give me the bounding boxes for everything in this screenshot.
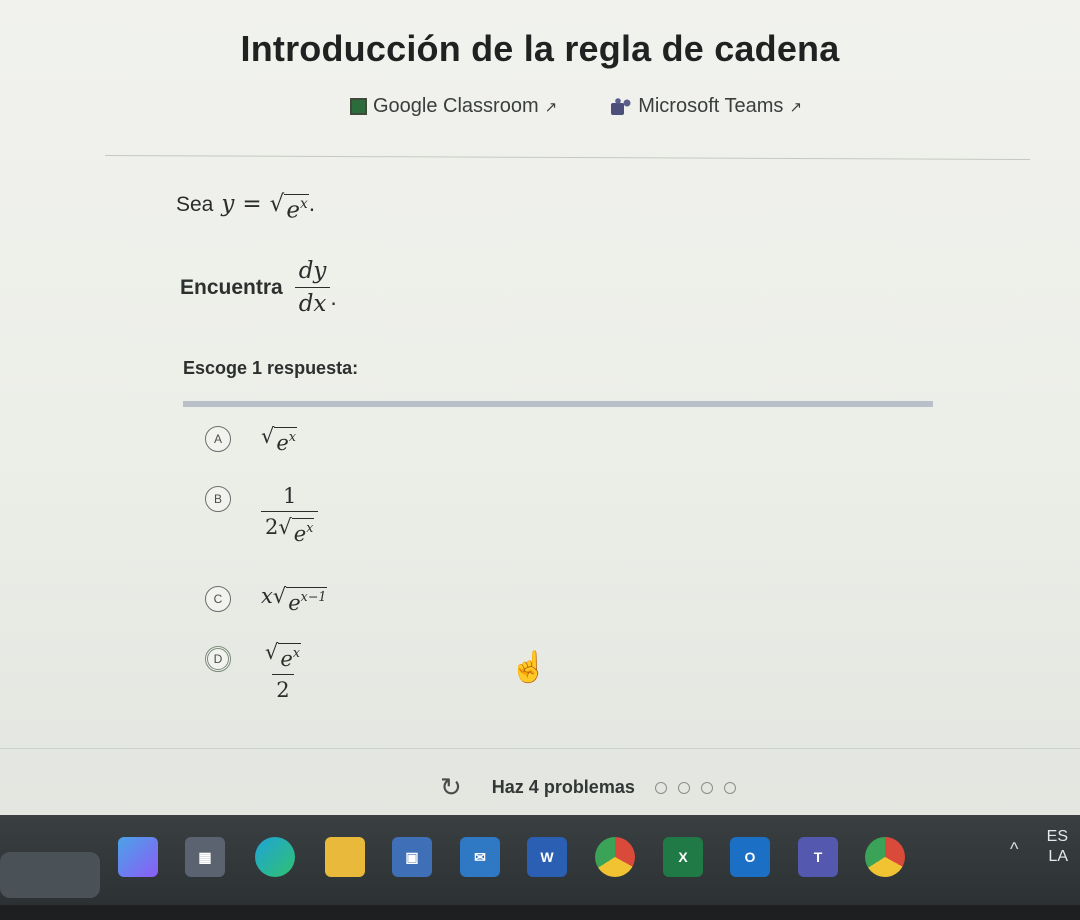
option-letter-d[interactable]: D [205,646,231,672]
progress-text: Haz 4 problemas [491,777,635,797]
chevron-up-icon[interactable]: ^ [1010,839,1018,860]
file-explorer-icon[interactable] [325,837,365,877]
find-lead: Encuentra [180,275,283,299]
option-d-expression: √ ex 2 [265,640,301,702]
language-indicator: ES [1046,828,1068,845]
option-letter-a[interactable]: A [205,426,231,453]
derivative-fraction: dy dx [294,258,331,317]
denominator: dx [294,287,331,317]
progress-footer: ↻ Haz 4 problemas [440,772,747,803]
exercise-page: Introducción de la regla de cadena Googl… [0,0,1080,815]
choices-divider [183,401,933,407]
choose-prompt: Escoge 1 respuesta: [183,358,359,378]
progress-dot [654,781,667,794]
loading-spinner-icon: ↻ [440,772,462,802]
share-row: Google Classroom ↗ Microsoft Teams ↗ [350,95,854,118]
outlook-icon[interactable]: O [730,837,770,877]
equals-sign: = [242,191,262,217]
edge-icon[interactable] [255,837,295,877]
question-line-1: Sea y = √ ex . [176,190,315,224]
question-period: . [330,284,337,310]
answer-option-c[interactable]: C x √ ex−1 [205,584,328,615]
windows-taskbar: ▦ ▣ ✉ W X O T ^ ES LA [0,815,1080,905]
option-c-expression: x √ ex−1 [261,584,328,615]
word-icon[interactable]: W [527,837,567,877]
answer-option-a[interactable]: A √ ex [205,424,297,455]
language-indicator-secondary: LA [1048,848,1068,865]
chrome-icon[interactable] [595,837,635,877]
taskbar-search[interactable] [0,852,100,898]
mail-icon[interactable]: ✉ [460,837,500,877]
copilot-icon[interactable] [118,837,158,877]
screen-bezel [0,905,1080,920]
teams-icon[interactable]: T [798,837,838,877]
google-classroom-link[interactable]: Google Classroom ↗ [350,95,557,118]
numerator: dy [298,258,327,284]
var-y: y [221,191,235,217]
radicand: ex [284,194,309,224]
calculator-icon[interactable]: ▦ [185,837,225,877]
option-letter-c[interactable]: C [205,586,231,613]
microsoft-teams-label: Microsoft Teams [638,95,784,117]
header-divider [105,154,1030,161]
sqrt-expression: √ ex [270,191,309,224]
radical-sign: √ [269,191,285,217]
microsoft-teams-link[interactable]: Microsoft Teams ↗ [609,95,802,118]
system-tray[interactable]: ES LA [1047,827,1068,867]
question-line-2: Encuentra dy dx . [180,258,337,317]
option-a-expression: √ ex [261,424,297,455]
question-period: . [308,190,316,216]
answer-option-d[interactable]: D √ ex 2 [205,640,305,702]
hand-pointer-cursor-icon: ☝ [510,651,548,684]
answer-option-b[interactable]: B 1 2 √ ex [205,484,319,546]
excel-icon[interactable]: X [663,837,703,877]
external-link-icon: ↗ [544,98,558,116]
google-classroom-label: Google Classroom [373,95,539,117]
progress-dots [654,781,747,794]
page-title: Introducción de la regla de cadena [240,28,840,69]
question-lead: Sea [176,193,214,216]
option-b-expression: 1 2 √ ex [261,484,319,546]
footer-divider [0,748,1080,749]
google-classroom-icon [350,98,367,115]
option-letter-b[interactable]: B [205,486,231,512]
store-icon[interactable]: ▣ [392,837,432,877]
progress-dot [700,781,713,794]
microsoft-teams-icon [611,97,631,115]
external-link-icon: ↗ [789,98,803,116]
chrome-profile-icon[interactable] [865,837,905,877]
progress-dot [677,781,690,794]
progress-dot [723,781,736,794]
